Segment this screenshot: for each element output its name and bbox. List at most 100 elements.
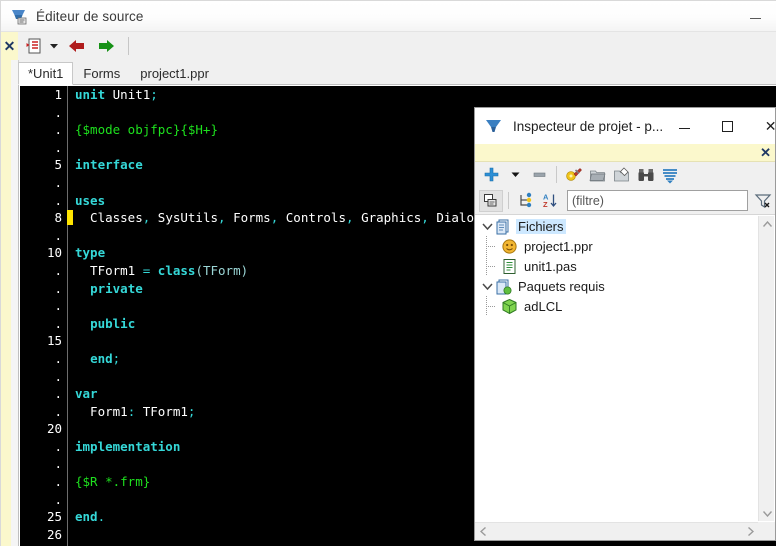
gutter-line-19[interactable]: .: [20, 403, 67, 421]
project-inspector-notice-strip: ✕: [475, 144, 775, 162]
source-editor-title: Éditeur de source: [36, 8, 144, 24]
gutter-line-26[interactable]: 26: [20, 526, 67, 544]
project-tree-hscrollbar[interactable]: [475, 522, 775, 540]
code-gutter[interactable]: 1... 5.. 8. 10.... 15.... 20.... 25 26: [20, 86, 73, 546]
packages-folder-icon: [495, 278, 512, 295]
gutter-line-11[interactable]: .: [20, 262, 67, 280]
project-inspector-toolbar-secondary: A Z (filtre): [475, 187, 775, 215]
gutter-line-22[interactable]: .: [20, 455, 67, 473]
gutter-line-25[interactable]: 25: [20, 508, 67, 526]
navigate-forward-button[interactable]: [93, 34, 119, 58]
gutter-line-8[interactable]: 8: [20, 209, 73, 227]
gutter-line-1[interactable]: 1: [20, 86, 67, 104]
navigate-back-button[interactable]: [64, 34, 90, 58]
code-token: ): [240, 262, 249, 278]
code-token: ,: [421, 210, 437, 226]
scroll-left-icon[interactable]: [475, 523, 492, 540]
compiler-options-button[interactable]: [562, 164, 586, 186]
code-token: ,: [346, 210, 362, 226]
tree-view-button[interactable]: [514, 190, 538, 212]
remove-file-button[interactable]: [527, 164, 551, 186]
tree-item-project1-ppr[interactable]: project1.ppr: [475, 236, 775, 256]
open-file-button[interactable]: [586, 164, 610, 186]
gutter-line-2[interactable]: .: [20, 104, 67, 122]
code-token: Unit1: [112, 87, 151, 102]
tab-project1-ppr[interactable]: project1.ppr: [130, 61, 219, 84]
tab-unit1-label: *Unit1: [28, 66, 64, 81]
tree-item-paquets-requis[interactable]: Paquets requis: [475, 276, 775, 296]
chevron-down-icon: [50, 44, 58, 49]
project-inspector-close-button[interactable]: ✕: [749, 109, 776, 144]
project-tree-vscrollbar[interactable]: [758, 216, 774, 521]
gutter-line-4[interactable]: .: [20, 139, 67, 157]
gutter-line-15[interactable]: 15: [20, 332, 67, 350]
gutter-line-16[interactable]: .: [20, 350, 67, 368]
tree-item-fichiers[interactable]: Fichiers: [475, 216, 775, 236]
tab-unit1[interactable]: *Unit1: [18, 62, 74, 85]
project-inspector-maximize-button[interactable]: [706, 109, 749, 144]
gutter-line-21[interactable]: .: [20, 438, 67, 456]
gutter-line-3[interactable]: .: [20, 121, 67, 139]
gutter-line-20[interactable]: 20: [20, 420, 67, 438]
sort-list-button[interactable]: [658, 164, 682, 186]
tab-forms[interactable]: Forms: [73, 61, 130, 84]
list-lines-icon: [663, 168, 677, 183]
minimize-icon: [749, 17, 761, 19]
units-dropdown-button[interactable]: [47, 34, 61, 58]
gutter-line-13[interactable]: .: [20, 297, 67, 315]
code-token: .: [97, 509, 106, 525]
scroll-down-icon[interactable]: [759, 505, 775, 521]
add-plus-icon: [484, 167, 498, 182]
source-editor-left-strip: [1, 60, 19, 546]
gutter-line-9[interactable]: .: [20, 227, 67, 245]
code-token: end: [75, 509, 98, 525]
tree-item-unit1-pas[interactable]: unit1.pas: [475, 256, 775, 276]
filter-input[interactable]: (filtre): [567, 190, 748, 211]
code-token: end: [90, 350, 113, 366]
code-token: public: [90, 315, 136, 331]
files-view-button[interactable]: [479, 189, 503, 212]
source-editor-tabbar: *Unit1 Forms project1.ppr: [1, 60, 776, 85]
notice-close-icon[interactable]: ✕: [760, 145, 771, 161]
find-in-project-button[interactable]: [634, 164, 658, 186]
files-view-icon: [484, 193, 497, 206]
tree-indent: [475, 296, 497, 316]
gutter-line-6[interactable]: .: [20, 174, 67, 192]
code-token: :: [127, 403, 143, 419]
gutter-line-7[interactable]: .: [20, 192, 67, 210]
scroll-up-icon[interactable]: [759, 216, 775, 232]
gutter-line-23[interactable]: .: [20, 473, 67, 491]
scroll-right-icon[interactable]: [742, 523, 759, 540]
chevron-down-icon[interactable]: [479, 276, 495, 296]
project-inspector-window: Inspecteur de projet - p... ✕ ✕ A Z (fil…: [474, 107, 776, 541]
tree-item-adlcl[interactable]: adLCL: [475, 296, 775, 316]
project-inspector-minimize-button[interactable]: [663, 109, 706, 144]
units-list-button[interactable]: [21, 34, 47, 58]
diagram-button[interactable]: [610, 164, 634, 186]
source-editor-close-strip[interactable]: ✕: [1, 32, 18, 60]
gutter-line-18[interactable]: .: [20, 385, 67, 403]
maximize-icon: [722, 120, 734, 132]
code-token: {$mode objfpc}{$H+}: [75, 122, 218, 138]
clear-filter-button[interactable]: [751, 190, 775, 212]
filter-placeholder: (filtre): [572, 193, 604, 208]
code-line-1[interactable]: unit Unit1;: [75, 86, 776, 104]
gutter-line-17[interactable]: .: [20, 368, 67, 386]
code-token: Forms: [233, 210, 271, 226]
gutter-line-14[interactable]: .: [20, 315, 67, 333]
tab-forms-label: Forms: [83, 65, 121, 81]
sort-alphabetical-button[interactable]: A Z: [538, 190, 562, 212]
chevron-down-icon[interactable]: [479, 216, 495, 236]
package-box-icon: [501, 298, 518, 315]
gutter-line-5[interactable]: 5: [20, 156, 67, 174]
sort-az-icon: A Z: [543, 192, 557, 209]
gutter-line-12[interactable]: .: [20, 280, 67, 298]
add-file-button[interactable]: [479, 164, 503, 186]
gutter-line-24[interactable]: .: [20, 491, 67, 509]
add-file-dropdown-button[interactable]: [503, 164, 527, 186]
gutter-line-10[interactable]: 10: [20, 244, 67, 262]
project-tree[interactable]: Fichiers project1.ppr unit1.pas Paquets req…: [475, 216, 775, 521]
tree-item-label: unit1.pas: [524, 258, 577, 274]
source-editor-minimize-button[interactable]: [733, 1, 776, 31]
